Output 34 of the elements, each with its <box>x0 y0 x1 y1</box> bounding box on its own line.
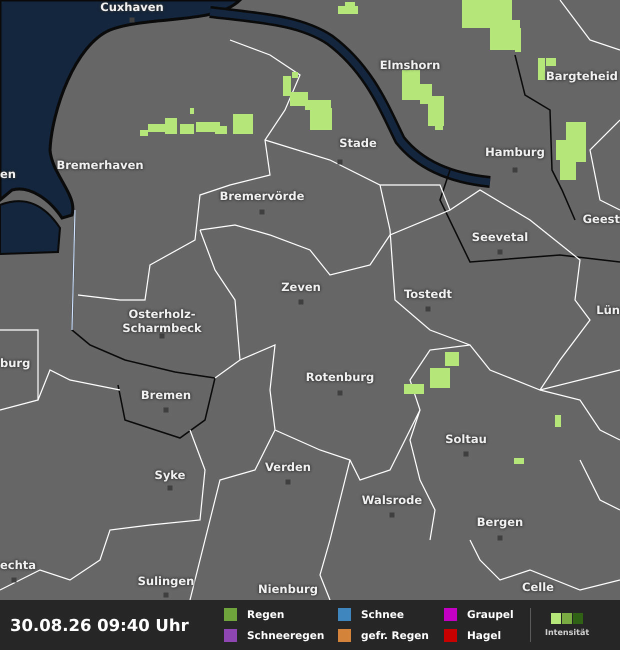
place-label: Bargteheid <box>546 69 618 83</box>
place-label: Zeven <box>280 280 322 294</box>
place-label: Bergen <box>476 515 524 529</box>
place-label: Elmshorn <box>378 58 442 72</box>
place-label: Bremen <box>140 388 192 402</box>
place-label: Celle <box>521 580 555 594</box>
place-label: Nienburg <box>257 582 319 596</box>
timestamp: 30.08.26 09:40 Uhr <box>10 616 190 634</box>
place-label: Bremerhaven <box>55 158 145 172</box>
place-label: Sulingen <box>136 574 196 588</box>
place-label: en <box>0 167 16 181</box>
place-label: Lün <box>596 303 620 317</box>
place-label: Cuxhaven <box>99 0 165 14</box>
place-label: Syke <box>154 468 186 482</box>
legend-label: Graupel <box>467 608 514 620</box>
legend-label: Hagel <box>467 630 502 642</box>
place-label: Seevetal <box>470 230 530 244</box>
place-label: Geest <box>582 212 620 226</box>
legend-label: Schnee <box>361 608 404 620</box>
place-label: burg <box>0 356 30 370</box>
legend-label: Regen <box>247 608 284 620</box>
place-label: Tostedt <box>402 287 454 301</box>
intensity-label: Intensität <box>545 628 590 637</box>
place-label: Bremervörde <box>218 189 306 203</box>
place-label: Hamburg <box>484 145 546 159</box>
place-label: Stade <box>338 136 378 150</box>
place-label: echta <box>0 558 36 572</box>
legend-label: Schneeregen <box>247 630 324 642</box>
place-label: Soltau <box>444 432 488 446</box>
place-label: Rotenburg <box>304 370 376 384</box>
place-label: Osterholz-Scharmbeck <box>121 307 203 335</box>
place-label: Verden <box>264 460 312 474</box>
place-label: Walsrode <box>360 493 424 507</box>
legend-label: gefr. Regen <box>361 630 429 642</box>
